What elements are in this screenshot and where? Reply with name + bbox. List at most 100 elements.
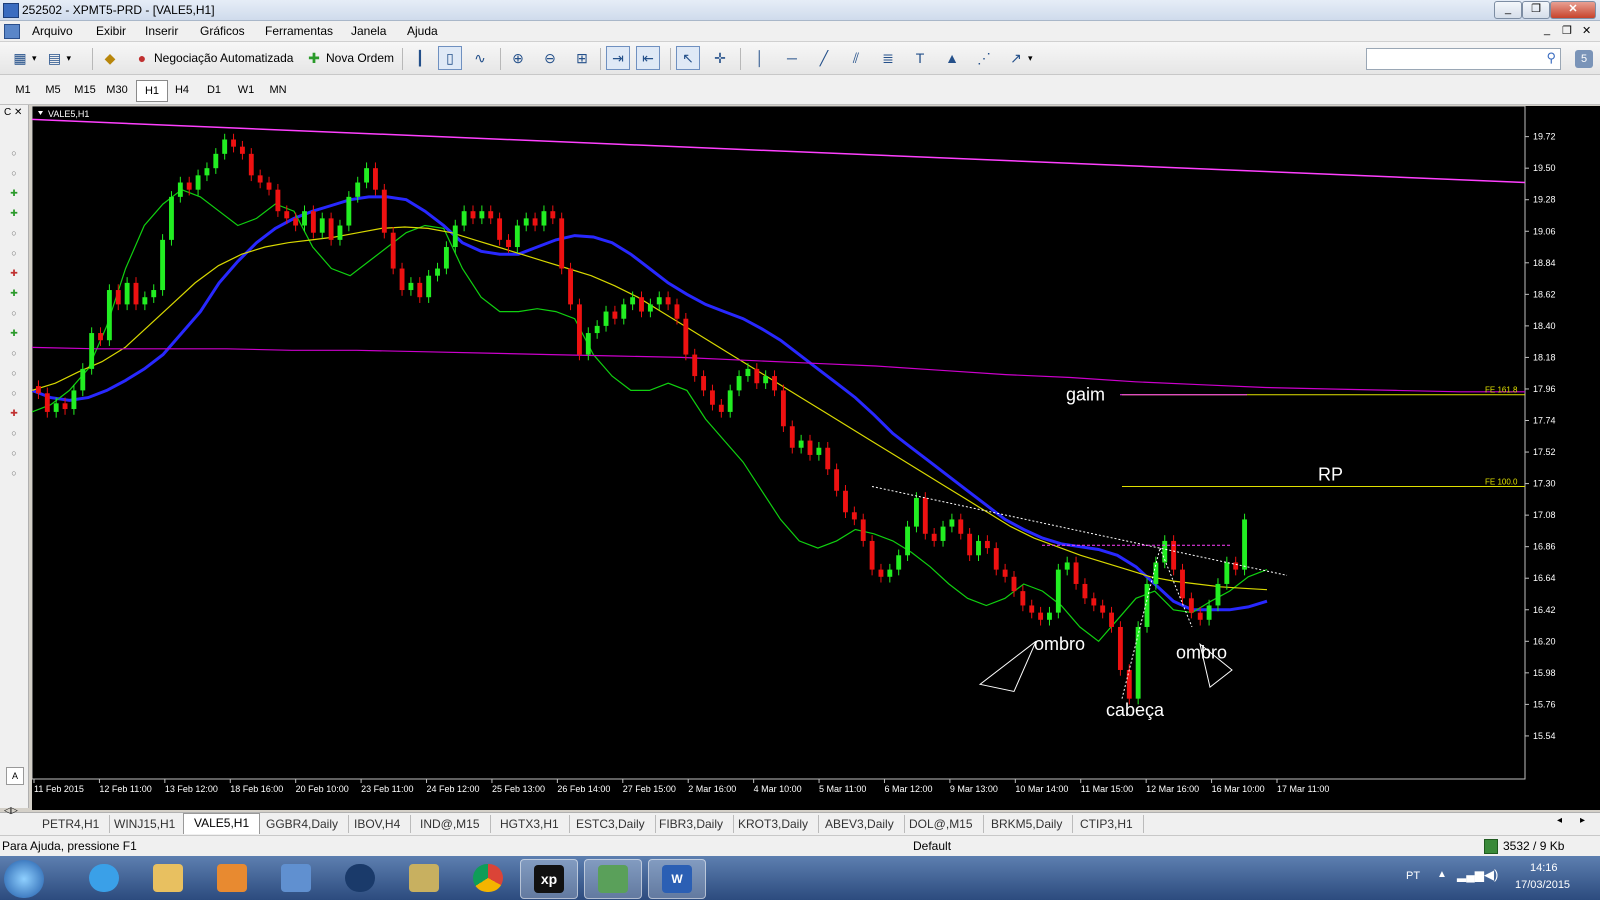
zoom-in-icon[interactable]: ⊕ [506, 46, 530, 70]
menu-exibir[interactable]: Exibir [96, 24, 126, 38]
tab-estc3-daily[interactable]: ESTC3,Daily [566, 815, 656, 833]
auto-trading-button[interactable]: ● Negociação Automatizada [130, 47, 294, 69]
channels-icon[interactable]: ⫽ [844, 46, 868, 70]
arrows-icon[interactable]: ↗ [1004, 46, 1028, 70]
tab-abev3-daily[interactable]: ABEV3,Daily [815, 815, 905, 833]
taskbar-media[interactable] [204, 859, 260, 897]
panel-tab-icon[interactable]: A [6, 767, 24, 785]
panel-node-icon[interactable]: ✚ [8, 327, 20, 339]
panel-node-icon[interactable]: ✚ [8, 407, 20, 419]
minimize-button[interactable]: _ [1494, 1, 1522, 19]
taskbar-word[interactable]: W [648, 859, 706, 899]
line-chart-icon[interactable]: ∿ [468, 46, 492, 70]
taskbar-xp[interactable]: xp [520, 859, 578, 899]
tab-krot3-daily[interactable]: KROT3,Daily [728, 815, 820, 833]
zoom-out-icon[interactable]: ⊖ [538, 46, 562, 70]
timeframe-m15[interactable]: M15 [70, 80, 100, 100]
clock-date[interactable]: 17/03/2015 [1515, 879, 1570, 891]
tab-ctip3-h1[interactable]: CTIP3,H1 [1070, 815, 1144, 833]
horizontal-line-icon[interactable]: ─ [780, 46, 804, 70]
network-icon[interactable]: ▂▄▆ [1457, 868, 1484, 882]
menu-ajuda[interactable]: Ajuda [407, 24, 438, 38]
clock-time[interactable]: 14:16 [1530, 862, 1558, 874]
tab-ggbr4-daily[interactable]: GGBR4,Daily [256, 815, 350, 833]
taskbar-metatrader[interactable] [584, 859, 642, 899]
tab-fibr3-daily[interactable]: FIBR3,Daily [649, 815, 735, 833]
volume-icon[interactable]: ◀) [1484, 867, 1498, 883]
bar-chart-icon[interactable]: ┃ [408, 46, 432, 70]
tab-brkm5-daily[interactable]: BRKM5,Daily [981, 815, 1074, 833]
panel-node-icon[interactable]: ○ [8, 147, 20, 159]
start-button[interactable] [4, 860, 44, 898]
timeframe-w1[interactable]: W1 [231, 80, 261, 100]
tab-hgtx3-h1[interactable]: HGTX3,H1 [490, 815, 570, 833]
auto-scroll-icon[interactable]: ⇥ [606, 46, 630, 70]
search-icon[interactable]: ⚲ [1546, 50, 1556, 66]
vertical-line-icon[interactable]: │ [748, 46, 772, 70]
timeframe-mn[interactable]: MN [263, 80, 293, 100]
panel-node-icon[interactable]: ○ [8, 227, 20, 239]
panel-node-icon[interactable]: ○ [8, 467, 20, 479]
close-button[interactable]: ✕ [1550, 1, 1596, 19]
panel-node-icon[interactable]: ✚ [8, 267, 20, 279]
panel-node-icon[interactable]: ○ [8, 307, 20, 319]
panel-node-icon[interactable]: ○ [8, 387, 20, 399]
timeframe-h4[interactable]: H4 [167, 80, 197, 100]
tab-winj15-h1[interactable]: WINJ15,H1 [104, 815, 187, 833]
text-icon[interactable]: T [908, 46, 932, 70]
chart-shift-icon[interactable]: ⇤ [636, 46, 660, 70]
tab-vale5-h1[interactable]: VALE5,H1 [183, 813, 261, 834]
tab-scroll-icon[interactable]: ◁▷ [4, 805, 18, 816]
new-chart-icon[interactable]: ▦ [8, 46, 32, 70]
panel-node-icon[interactable]: ○ [8, 447, 20, 459]
restore-child-icon[interactable]: ❐ [1562, 24, 1572, 37]
candlestick-icon[interactable]: ▯ [438, 46, 462, 70]
menu-inserir[interactable]: Inserir [145, 24, 178, 38]
taskbar-ie[interactable] [76, 859, 132, 897]
maximize-button[interactable]: ❐ [1522, 1, 1550, 19]
search-input[interactable]: ⚲ [1366, 48, 1561, 70]
panel-close-icon[interactable]: C ✕ [4, 107, 22, 118]
timeframe-m30[interactable]: M30 [102, 80, 132, 100]
menu-ferramentas[interactable]: Ferramentas [265, 24, 333, 38]
taskbar-app6[interactable] [396, 859, 452, 897]
tab-left-arrow-icon[interactable]: ◂ [1557, 815, 1562, 826]
price-chart[interactable]: 19.72 19.50 19.28 19.06 18.84 18.62 18.40 18.18… [32, 106, 1600, 810]
restore-child-button[interactable]: _ [1544, 24, 1550, 36]
panel-node-icon[interactable]: ✚ [8, 207, 20, 219]
close-child-button[interactable]: ✕ [1582, 24, 1591, 37]
menu-graficos[interactable]: Gráficos [200, 24, 245, 38]
timeframe-h1[interactable]: H1 [136, 80, 168, 102]
panel-node-icon[interactable]: ○ [8, 367, 20, 379]
elliott-icon[interactable]: ⋰ [972, 46, 996, 70]
panel-node-icon[interactable]: ○ [8, 167, 20, 179]
menu-janela[interactable]: Janela [351, 24, 386, 38]
timeframe-m1[interactable]: M1 [8, 80, 38, 100]
menu-arquivo[interactable]: Arquivo [32, 24, 73, 38]
panel-node-icon[interactable]: ✚ [8, 287, 20, 299]
taskbar-app4[interactable] [268, 859, 324, 897]
market-watch-icon[interactable]: ◆ [98, 46, 122, 70]
timeframe-m5[interactable]: M5 [38, 80, 68, 100]
timeframe-d1[interactable]: D1 [199, 80, 229, 100]
panel-node-icon[interactable]: ○ [8, 347, 20, 359]
tray-arrow-icon[interactable]: ▲ [1437, 869, 1447, 880]
panel-node-icon[interactable]: ✚ [8, 187, 20, 199]
panel-node-icon[interactable]: ○ [8, 247, 20, 259]
profiles-icon[interactable]: ▤ [43, 46, 67, 70]
taskbar-lang[interactable]: PT [1406, 870, 1420, 882]
taskbar-hp[interactable] [332, 859, 388, 897]
tab-petr4-h1[interactable]: PETR4,H1 [32, 815, 111, 833]
signals-icon[interactable]: 5 [1575, 50, 1593, 68]
tab-right-arrow-icon[interactable]: ▸ [1580, 815, 1585, 826]
fibonacci-icon[interactable]: ≣ [876, 46, 900, 70]
tab-ibov-h4[interactable]: IBOV,H4 [344, 815, 412, 833]
taskbar-explorer[interactable] [140, 859, 196, 897]
taskbar-chrome[interactable] [460, 859, 516, 897]
trendline-icon[interactable]: ╱ [812, 46, 836, 70]
new-order-button[interactable]: ✚ Nova Ordem [302, 47, 394, 69]
shapes-icon[interactable]: ▲ [940, 46, 964, 70]
tab-ind-m15[interactable]: IND@,M15 [410, 815, 491, 833]
crosshair-icon[interactable]: ✛ [708, 46, 732, 70]
tab-dol-m15[interactable]: DOL@,M15 [899, 815, 984, 833]
